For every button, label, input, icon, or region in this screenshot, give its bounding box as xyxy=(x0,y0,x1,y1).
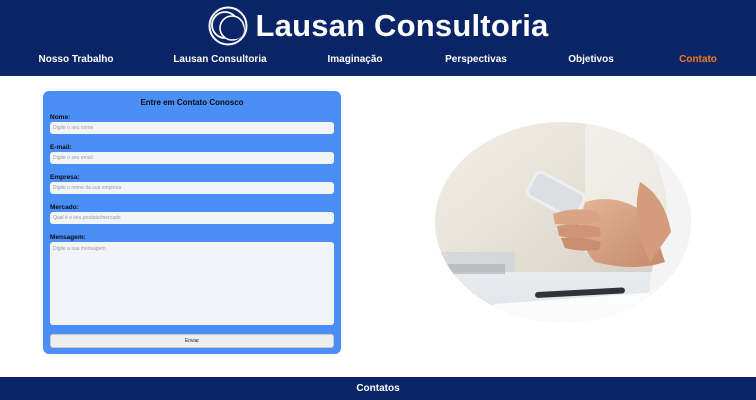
company-input[interactable] xyxy=(50,182,334,194)
name-label: Nome: xyxy=(50,114,71,121)
footer-contacts-link[interactable]: Contatos xyxy=(356,383,399,394)
nav-item-nosso-trabalho[interactable]: Nosso Trabalho xyxy=(38,54,113,65)
form-title: Entre em Contato Conosco xyxy=(140,98,244,107)
smartphone-photo-illustration xyxy=(435,122,691,322)
brand[interactable]: Lausan Consultoria xyxy=(0,4,756,48)
market-input[interactable] xyxy=(50,212,334,224)
brand-title: Lausan Consultoria xyxy=(255,8,549,43)
name-input[interactable] xyxy=(50,122,334,134)
nav-item-imaginacao[interactable]: Imaginação xyxy=(327,54,382,65)
nav-item-perspectivas[interactable]: Perspectivas xyxy=(445,54,507,65)
main-nav: Nosso Trabalho Lausan Consultoria Imagin… xyxy=(0,54,756,72)
nav-item-contato[interactable]: Contato xyxy=(679,54,717,65)
message-label: Mensagem: xyxy=(50,234,86,241)
site-header: Lausan Consultoria Nosso Trabalho Lausan… xyxy=(0,0,756,76)
message-textarea[interactable] xyxy=(50,242,334,325)
market-label: Mercado: xyxy=(50,204,79,211)
contact-form: Entre em Contato Conosco Nome: E-mail: E… xyxy=(43,91,341,354)
hands-smartphone-photo xyxy=(435,122,691,322)
email-label: E-mail: xyxy=(50,144,72,151)
company-label: Empresa: xyxy=(50,174,80,181)
nav-item-lausan-consultoria[interactable]: Lausan Consultoria xyxy=(173,54,266,65)
site-footer: Contatos xyxy=(0,377,756,400)
crescent-circles-logo-icon xyxy=(208,6,248,46)
submit-button[interactable]: Enviar xyxy=(50,334,334,348)
nav-item-objetivos[interactable]: Objetivos xyxy=(568,54,614,65)
email-input[interactable] xyxy=(50,152,334,164)
